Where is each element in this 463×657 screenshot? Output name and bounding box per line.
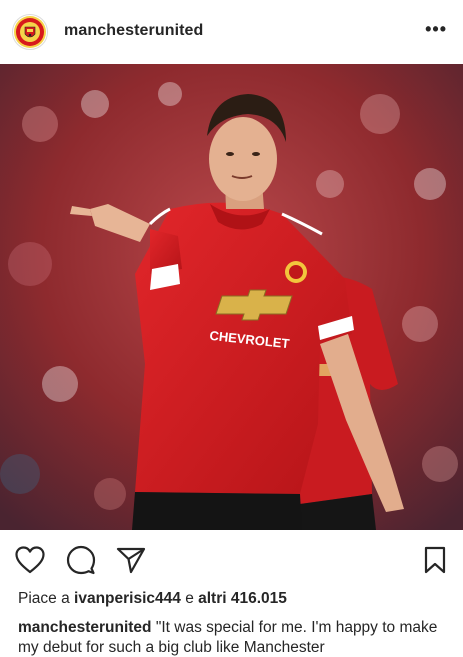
- likes-connector: e: [185, 590, 194, 607]
- post-photo[interactable]: CHEVROLET: [0, 64, 463, 530]
- comment-button[interactable]: [65, 544, 97, 576]
- share-button[interactable]: [115, 544, 147, 576]
- club-crest-icon: [14, 16, 46, 48]
- heart-icon: [15, 546, 45, 574]
- likes-summary: Piace a ivanperisic444 e altri 416.015: [18, 590, 287, 608]
- post-action-bar: [0, 540, 463, 580]
- more-options-button[interactable]: •••: [425, 20, 447, 38]
- caption-username[interactable]: manchesterunited: [18, 619, 152, 636]
- player-photo: CHEVROLET: [0, 64, 463, 530]
- likes-count-link[interactable]: altri 416.015: [198, 590, 287, 607]
- post-username[interactable]: manchesterunited: [64, 22, 203, 40]
- liked-by-user-link[interactable]: ivanperisic444: [74, 590, 181, 607]
- save-button[interactable]: [419, 544, 451, 576]
- send-icon: [116, 547, 146, 574]
- post-caption: manchesterunited "It was special for me.…: [18, 618, 458, 657]
- post-header: manchesterunited •••: [0, 0, 463, 64]
- like-button[interactable]: [14, 544, 46, 576]
- likes-prefix: Piace a: [18, 590, 70, 607]
- bookmark-icon: [424, 546, 446, 574]
- comment-icon: [66, 545, 96, 575]
- avatar[interactable]: [12, 14, 48, 50]
